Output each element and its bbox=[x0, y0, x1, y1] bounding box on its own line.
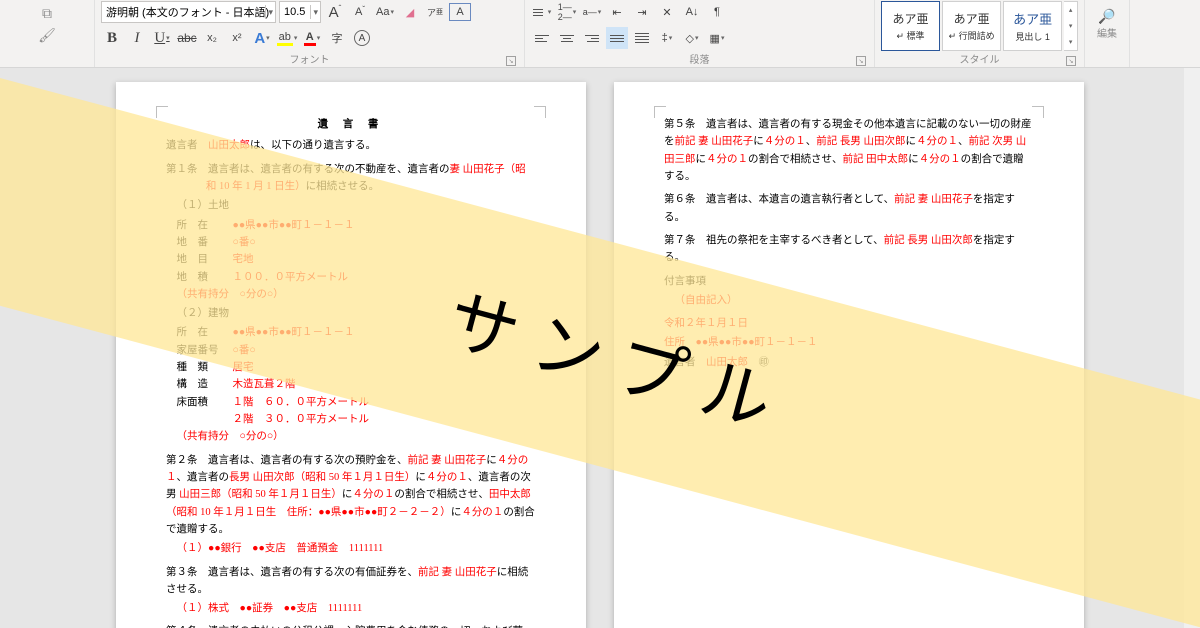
font-group-label: フォント bbox=[290, 55, 330, 66]
vertical-scrollbar[interactable] bbox=[1184, 68, 1200, 628]
document-workspace[interactable]: 遺 言 書 遺言者 山田太郎は、以下の通り遺言する。 第１条 遺言者は、遺言者の… bbox=[0, 68, 1200, 628]
editing-group: 🔎 編集 bbox=[1085, 0, 1130, 67]
margin-mark-icon bbox=[654, 106, 666, 118]
enclose-characters-button[interactable]: A bbox=[351, 27, 373, 49]
styles-group-label: スタイル bbox=[960, 55, 1000, 66]
margin-mark-icon bbox=[534, 106, 546, 118]
shrink-font-button[interactable]: Aˇ bbox=[349, 1, 371, 23]
increase-indent-button[interactable]: ⇥ bbox=[631, 1, 653, 23]
shading-button[interactable]: ◇▾ bbox=[681, 27, 703, 49]
align-center-button[interactable] bbox=[556, 27, 578, 49]
paragraph-dialog-launcher[interactable]: ↘ bbox=[856, 56, 866, 66]
show-marks-button[interactable]: ¶ bbox=[706, 1, 728, 23]
distribute-button[interactable] bbox=[631, 27, 653, 49]
align-right-button[interactable] bbox=[581, 27, 603, 49]
styles-dialog-launcher[interactable]: ↘ bbox=[1066, 56, 1076, 66]
bold-button[interactable]: B bbox=[101, 27, 123, 49]
change-case-button[interactable]: Aa▾ bbox=[374, 1, 396, 23]
font-size-combo[interactable]: 10.5 ▾ bbox=[279, 1, 321, 23]
styles-group: あア亜↵ 標準 あア亜↵ 行間詰め あア亜見出し 1 ▴▾▾ スタイル ↘ bbox=[875, 0, 1085, 67]
font-name-combo[interactable]: 游明朝 (本文のフォント - 日本語) ▾ bbox=[101, 1, 276, 23]
page-1[interactable]: 遺 言 書 遺言者 山田太郎は、以下の通り遺言する。 第１条 遺言者は、遺言者の… bbox=[116, 82, 586, 628]
phonetic-guide-button[interactable]: ア亜 bbox=[424, 1, 446, 23]
sort-button[interactable]: A↓ bbox=[681, 1, 703, 23]
underline-button[interactable]: U▾ bbox=[151, 27, 173, 49]
bullets-button[interactable]: ▾ bbox=[531, 1, 553, 23]
justify-button[interactable] bbox=[606, 27, 628, 49]
style-normal[interactable]: あア亜↵ 標準 bbox=[881, 1, 940, 51]
font-name-value: 游明朝 (本文のフォント - 日本語) bbox=[106, 4, 269, 20]
text-box-button[interactable]: A bbox=[449, 3, 471, 21]
numbering-button[interactable]: 1—2—▾ bbox=[556, 1, 578, 23]
character-shading-button[interactable]: 字 bbox=[326, 27, 348, 49]
highlight-color-button[interactable]: ab▾ bbox=[276, 27, 298, 49]
ribbon: ⧉ 🖌 游明朝 (本文のフォント - 日本語) ▾ 10.5 ▾ Aˆ Aˇ A… bbox=[0, 0, 1200, 68]
strikethrough-button[interactable]: abc bbox=[176, 27, 198, 49]
clipboard-group: ⧉ 🖌 bbox=[0, 0, 95, 67]
font-size-value: 10.5 bbox=[284, 6, 305, 18]
subscript-button[interactable]: x₂ bbox=[201, 27, 223, 49]
font-color-button[interactable]: A▾ bbox=[301, 27, 323, 49]
align-left-button[interactable] bbox=[531, 27, 553, 49]
superscript-button[interactable]: x² bbox=[226, 27, 248, 49]
font-group: 游明朝 (本文のフォント - 日本語) ▾ 10.5 ▾ Aˆ Aˇ Aa▾ ◢… bbox=[95, 0, 525, 67]
clear-formatting-button[interactable]: ◢ bbox=[399, 1, 421, 23]
styles-gallery-more[interactable]: ▴▾▾ bbox=[1064, 1, 1078, 51]
style-no-spacing[interactable]: あア亜↵ 行間詰め bbox=[942, 1, 1001, 51]
find-icon[interactable]: 🔎 bbox=[1091, 8, 1123, 25]
format-painter-icon[interactable]: 🖌 bbox=[38, 26, 56, 44]
grow-font-button[interactable]: Aˆ bbox=[324, 1, 346, 23]
editing-group-label: 編集 bbox=[1091, 25, 1123, 41]
paragraph-group: ▾ 1—2—▾ a—▾ ⇤ ⇥ ✕ A↓ ¶ ‡▾ ◇▾ bbox=[525, 0, 875, 67]
text-effects-button[interactable]: A▾ bbox=[251, 27, 273, 49]
line-spacing-button[interactable]: ‡▾ bbox=[656, 27, 678, 49]
doc-title: 遺 言 書 bbox=[166, 116, 536, 133]
chevron-down-icon: ▾ bbox=[265, 5, 273, 19]
borders-button[interactable]: ▦▾ bbox=[706, 27, 728, 49]
word-window: ⧉ 🖌 游明朝 (本文のフォント - 日本語) ▾ 10.5 ▾ Aˆ Aˇ A… bbox=[0, 0, 1200, 628]
decrease-indent-button[interactable]: ⇤ bbox=[606, 1, 628, 23]
multilevel-list-button[interactable]: a—▾ bbox=[581, 1, 603, 23]
page-2[interactable]: 第５条 遺言者は、遺言者の有する現金その他本遺言に記載のない一切の財産を前記 妻… bbox=[614, 82, 1084, 628]
italic-button[interactable]: I bbox=[126, 27, 148, 49]
copy-icon[interactable]: ⧉ bbox=[38, 4, 56, 22]
margin-mark-icon bbox=[156, 106, 168, 118]
text-direction-button[interactable]: ✕ bbox=[656, 1, 678, 23]
font-dialog-launcher[interactable]: ↘ bbox=[506, 56, 516, 66]
paragraph-group-label: 段落 bbox=[690, 55, 710, 66]
margin-mark-icon bbox=[1032, 106, 1044, 118]
chevron-down-icon: ▾ bbox=[310, 5, 318, 19]
style-heading1[interactable]: あア亜見出し 1 bbox=[1003, 1, 1062, 51]
